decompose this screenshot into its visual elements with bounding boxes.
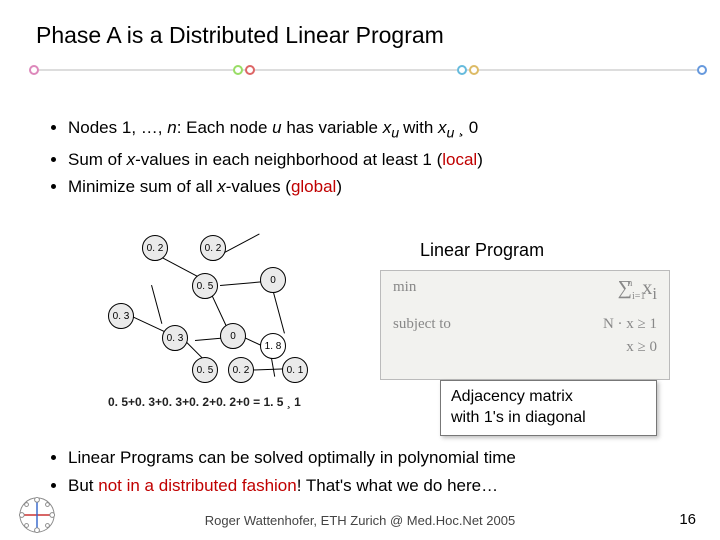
lp-box: min ∑i=1n xi subject to N · x ≥ 1 x ≥ 0 — [380, 270, 670, 380]
bullet-nodes: Nodes 1, …, n: Each node u has variable … — [68, 115, 483, 145]
graph-node: 0. 3 — [162, 325, 188, 351]
lp-objective: ∑i=1n xi — [618, 277, 657, 304]
graph-node: 0. 5 — [192, 357, 218, 383]
adjacency-note: Adjacency matrix with 1's in diagonal — [440, 380, 657, 436]
adjacency-line2: with 1's in diagonal — [451, 408, 646, 429]
lp-constraint-2: x ≥ 0 — [393, 339, 657, 356]
bullet-minimize-global: Minimize sum of all x-values (global) — [68, 174, 483, 200]
top-bullets: Nodes 1, …, n: Each node u has variable … — [44, 115, 483, 202]
graph-node: 0. 1 — [282, 357, 308, 383]
graph-node-highlight: 1. 8 — [260, 333, 286, 359]
graph-node: 0. 5 — [192, 273, 218, 299]
equation-note: 0. 5+0. 3+0. 3+0. 2+0. 2+0 = 1. 5 ¸ 1 — [108, 395, 301, 409]
graph-node: 0 — [260, 267, 286, 293]
graph-node: 0. 3 — [108, 303, 134, 329]
lp-subject-to: subject to — [393, 316, 451, 333]
graph-node: 0. 2 — [200, 235, 226, 261]
bullet-not-distributed: But not in a distributed fashion! That's… — [68, 473, 516, 499]
footer-text: Roger Wattenhofer, ETH Zurich @ Med.Hoc.… — [0, 513, 720, 528]
lp-min: min — [393, 279, 416, 306]
graph-diagram: 0. 2 0. 2 0. 5 0 0. 3 0. 3 0 1. 8 0. 5 0… — [100, 235, 330, 385]
page-number: 16 — [679, 511, 696, 528]
graph-node: 0. 2 — [142, 235, 168, 261]
lp-heading: Linear Program — [420, 240, 544, 261]
lp-constraint-1: N · x ≥ 1 — [603, 316, 657, 333]
bottom-bullets: Linear Programs can be solved optimally … — [44, 445, 516, 500]
bullet-sum-local: Sum of x-values in each neighborhood at … — [68, 147, 483, 173]
graph-node: 0. 2 — [228, 357, 254, 383]
graph-node: 0 — [220, 323, 246, 349]
divider-line — [28, 64, 708, 76]
bullet-lp-poly: Linear Programs can be solved optimally … — [68, 445, 516, 471]
slide-title: Phase A is a Distributed Linear Program — [36, 22, 444, 49]
adjacency-line1: Adjacency matrix — [451, 387, 646, 408]
